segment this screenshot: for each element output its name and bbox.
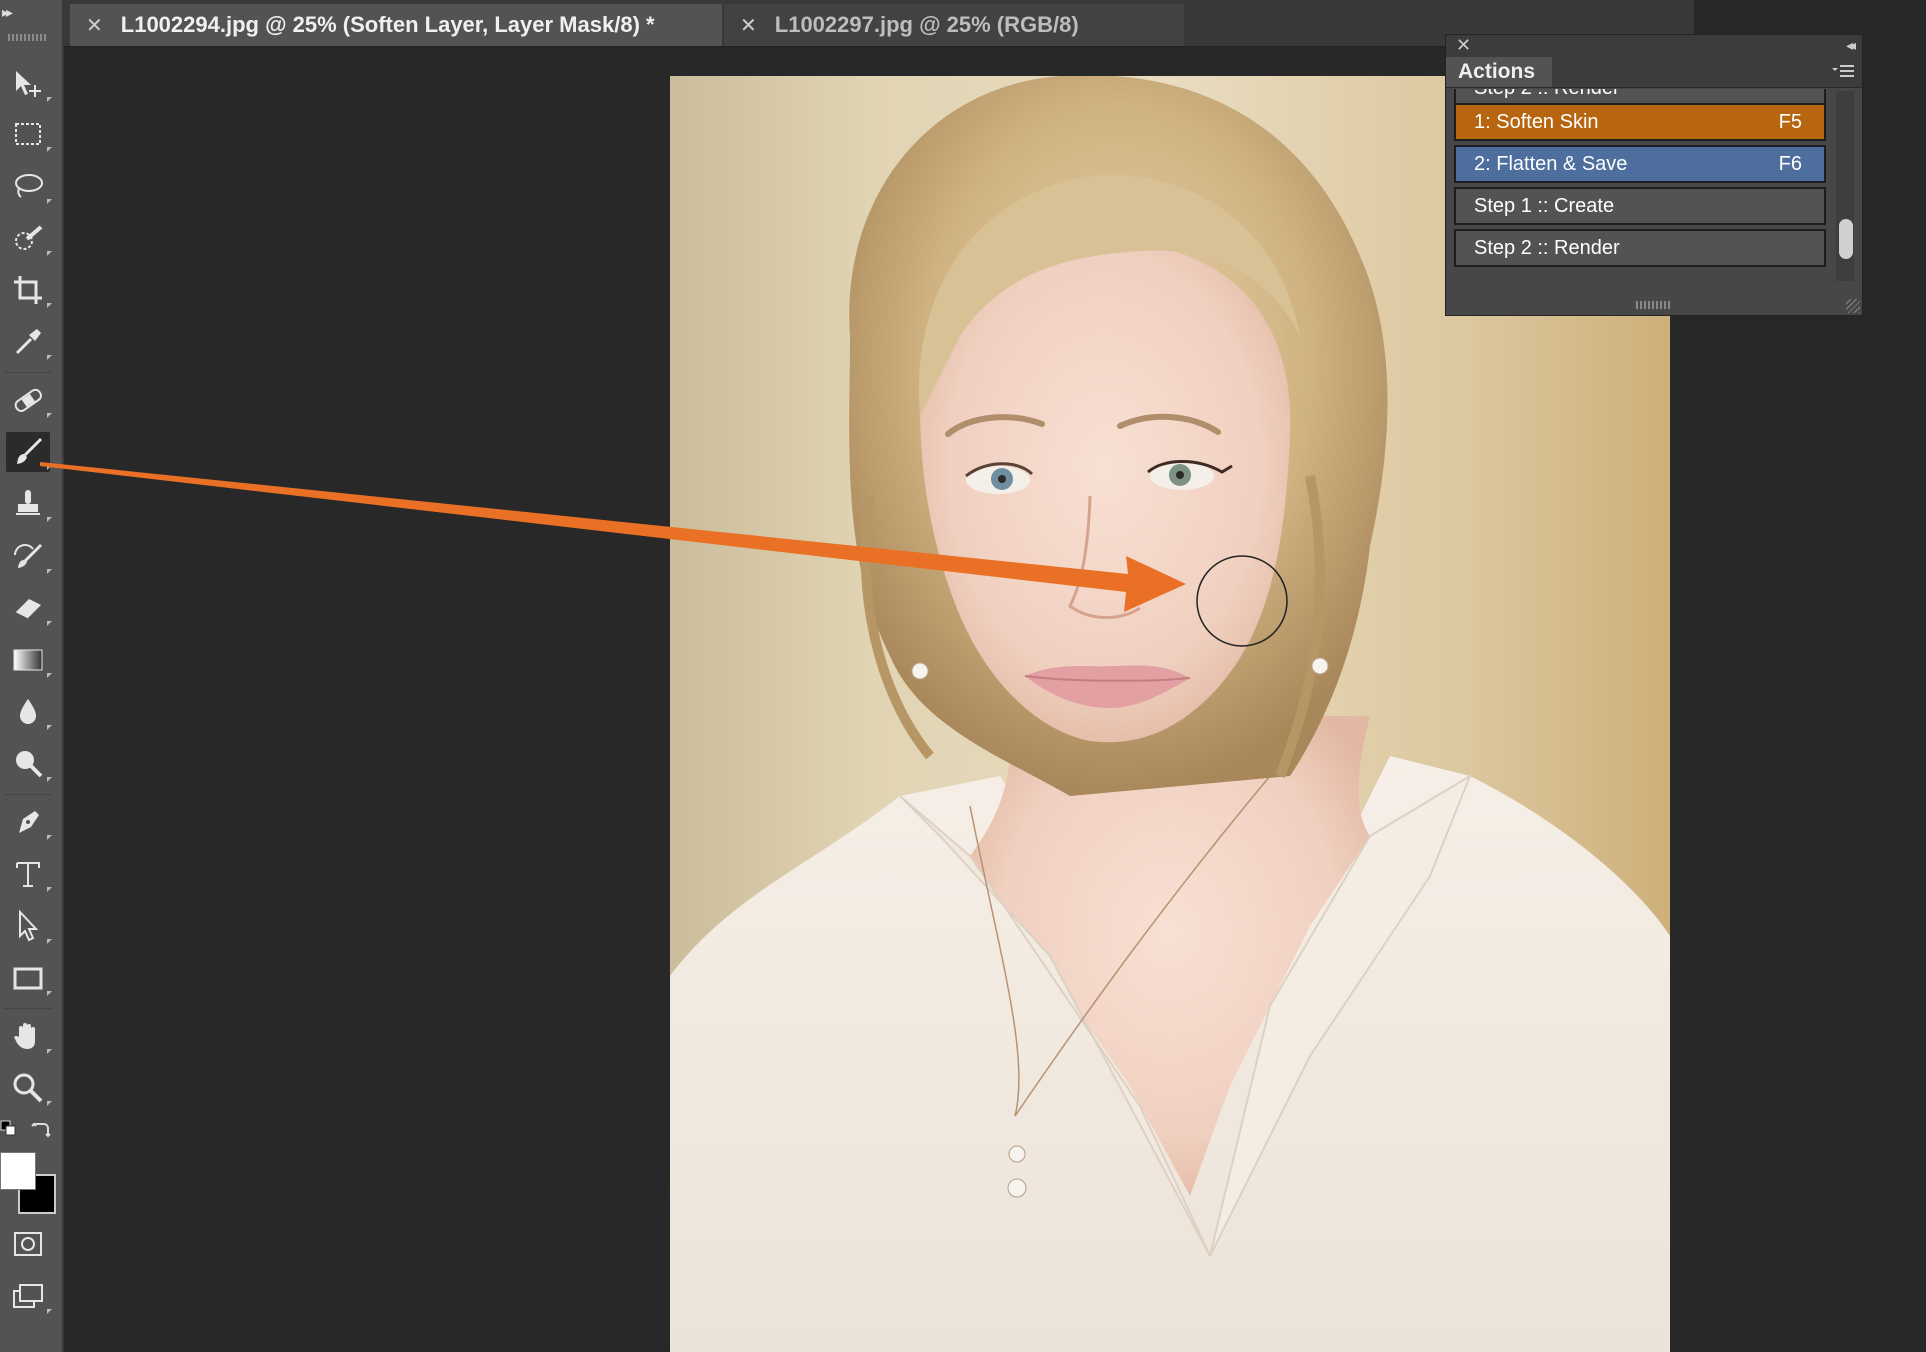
healing-brush-tool-icon[interactable] <box>6 380 52 420</box>
panel-tab-actions[interactable]: Actions <box>1446 57 1552 87</box>
default-colors-icon[interactable] <box>0 1120 18 1138</box>
quick-selection-tool-icon[interactable] <box>6 218 52 258</box>
dodge-tool-icon[interactable] <box>6 744 52 784</box>
action-row-step2-render[interactable]: Step 2 :: Render <box>1454 229 1826 267</box>
clone-stamp-tool-icon[interactable] <box>6 484 52 524</box>
shortcut-key: F6 <box>1778 152 1802 175</box>
lasso-tool-icon[interactable] <box>6 166 52 206</box>
hand-tool-icon[interactable] <box>6 1016 52 1056</box>
actions-scrollbar-thumb[interactable] <box>1839 219 1853 259</box>
pen-tool-icon[interactable] <box>6 802 52 842</box>
color-swatches[interactable] <box>0 1152 56 1214</box>
crop-tool-icon[interactable] <box>6 270 52 310</box>
move-tool-icon[interactable] <box>6 64 52 104</box>
brush-tool-icon[interactable] <box>6 432 52 472</box>
collapse-arrows-icon[interactable]: ▸▸ <box>2 4 13 21</box>
foreground-color-swatch[interactable] <box>0 1152 36 1190</box>
action-row-soften-skin[interactable]: 1: Soften Skin F5 <box>1454 103 1826 141</box>
quick-mask-icon[interactable] <box>6 1224 50 1264</box>
eyedropper-tool-icon[interactable] <box>6 322 52 362</box>
screen-mode-icon[interactable] <box>6 1276 52 1316</box>
swap-colors-icon[interactable] <box>30 1118 52 1140</box>
tab-document-2[interactable]: ✕ L1002297.jpg @ 25% (RGB/8) <box>724 4 1184 46</box>
gradient-tool-icon[interactable] <box>6 640 52 680</box>
tab-document-1[interactable]: ✕ L1002294.jpg @ 25% (Soften Layer, Laye… <box>70 4 722 46</box>
close-tab-icon[interactable]: ✕ <box>86 13 103 38</box>
close-tab-icon[interactable]: ✕ <box>740 13 757 38</box>
tab-label: L1002294.jpg @ 25% (Soften Layer, Layer … <box>120 12 655 37</box>
panel-grip[interactable] <box>8 34 48 41</box>
collapse-panel-icon[interactable]: ◂◂ <box>1846 37 1856 54</box>
tab-label: L1002297.jpg @ 25% (RGB/8) <box>774 12 1079 37</box>
panel-bottom-grip[interactable] <box>1636 301 1672 309</box>
rectangle-tool-icon[interactable] <box>6 958 52 998</box>
history-brush-tool-icon[interactable] <box>6 536 52 576</box>
actions-panel: ✕ ◂◂ Actions Step 2 :: Render 1: Soften … <box>1445 34 1863 316</box>
blur-tool-icon[interactable] <box>6 692 52 732</box>
marquee-tool-icon[interactable] <box>6 114 52 154</box>
panel-menu-icon[interactable] <box>1832 63 1854 79</box>
shortcut-key: F5 <box>1778 110 1802 133</box>
action-row-step1-create[interactable]: Step 1 :: Create <box>1454 187 1826 225</box>
zoom-tool-icon[interactable] <box>6 1068 52 1108</box>
type-tool-icon[interactable] <box>6 854 52 894</box>
path-selection-tool-icon[interactable] <box>6 906 52 946</box>
tools-panel: ▸▸ <box>0 0 64 1352</box>
action-row-flatten-save[interactable]: 2: Flatten & Save F6 <box>1454 145 1826 183</box>
close-panel-icon[interactable]: ✕ <box>1456 35 1471 56</box>
actions-list: Step 2 :: Render 1: Soften Skin F5 2: Fl… <box>1454 89 1826 285</box>
panel-resize-handle[interactable] <box>1846 299 1860 313</box>
eraser-tool-icon[interactable] <box>6 588 52 628</box>
